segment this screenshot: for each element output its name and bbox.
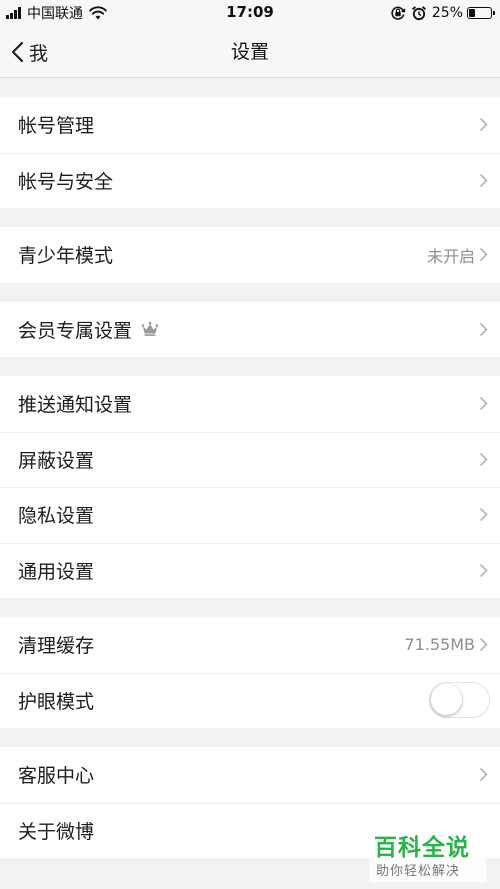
settings-row-block-settings[interactable]: 屏蔽设置 — [0, 431, 500, 488]
row-label: 清理缓存 — [18, 635, 95, 658]
row-label: 青少年模式 — [18, 245, 114, 268]
chevron-right-icon — [479, 452, 488, 466]
alarm-icon — [411, 6, 426, 21]
settings-screen: 中国联通 17:09 25% 我 设置 帐号管理 帐号与安全 青少年模式 未开启… — [0, 0, 500, 889]
settings-group-vip: 会员专属设置 — [0, 301, 500, 358]
watermark-subtitle: 助你轻松解决 — [376, 864, 461, 879]
chevron-right-icon — [479, 397, 488, 411]
row-label: 帐号管理 — [18, 115, 95, 138]
battery-fill — [469, 9, 475, 17]
settings-row-general[interactable]: 通用设置 — [0, 542, 500, 599]
row-label: 通用设置 — [18, 560, 95, 583]
crown-icon — [141, 321, 159, 337]
status-left: 中国联通 — [6, 4, 107, 22]
chevron-right-icon — [479, 508, 488, 522]
orientation-lock-icon — [391, 6, 406, 20]
chevron-right-icon — [479, 638, 488, 652]
settings-row-privacy[interactable]: 隐私设置 — [0, 487, 500, 543]
eye-protection-toggle[interactable] — [429, 682, 490, 719]
signal-icon — [6, 7, 22, 19]
settings-row-account-management[interactable]: 帐号管理 — [0, 97, 500, 153]
row-label: 推送通知设置 — [18, 394, 133, 417]
settings-row-teen-mode[interactable]: 青少年模式 未开启 — [0, 227, 500, 283]
status-bar: 中国联通 17:09 25% — [0, 0, 500, 26]
row-label: 会员专属设置 — [18, 319, 133, 342]
settings-row-vip-settings[interactable]: 会员专属设置 — [0, 302, 500, 358]
back-button[interactable]: 我 — [10, 26, 48, 78]
settings-group-storage: 清理缓存 71.55MB 护眼模式 — [0, 617, 500, 728]
navigation-bar: 我 设置 — [0, 26, 500, 78]
page-title: 设置 — [230, 41, 269, 63]
teen-mode-status: 未开启 — [426, 246, 475, 266]
battery-icon — [467, 7, 495, 19]
back-label: 我 — [29, 42, 49, 65]
chevron-right-icon — [479, 118, 488, 132]
settings-row-push-notifications[interactable]: 推送通知设置 — [0, 376, 500, 432]
settings-group-teen: 青少年模式 未开启 — [0, 227, 500, 283]
row-label: 护眼模式 — [18, 690, 95, 713]
row-label: 关于微博 — [18, 820, 95, 843]
settings-group-general: 推送通知设置 屏蔽设置 隐私设置 通用设置 — [0, 376, 500, 598]
cache-size: 71.55MB — [404, 635, 475, 655]
settings-row-clear-cache[interactable]: 清理缓存 71.55MB — [0, 617, 500, 673]
row-label: 隐私设置 — [18, 505, 95, 528]
row-label: 屏蔽设置 — [18, 449, 95, 472]
settings-row-account-security[interactable]: 帐号与安全 — [0, 152, 500, 209]
status-right: 25% — [390, 4, 495, 22]
settings-list: 帐号管理 帐号与安全 青少年模式 未开启 会员专属设置 推送通知设置 屏蔽设置 … — [0, 78, 500, 858]
chevron-left-icon — [11, 41, 24, 63]
settings-row-eye-protection: 护眼模式 — [0, 672, 500, 729]
chevron-right-icon — [479, 768, 488, 782]
chevron-right-icon — [479, 248, 488, 262]
carrier-name: 中国联通 — [27, 6, 83, 22]
watermark: 百科全说 助你轻松解决 — [370, 826, 486, 882]
settings-row-customer-service[interactable]: 客服中心 — [0, 747, 500, 803]
row-label: 客服中心 — [18, 765, 95, 788]
chevron-right-icon — [479, 173, 488, 187]
watermark-title: 百科全说 — [374, 835, 470, 861]
chevron-right-icon — [479, 322, 488, 336]
battery-percent: 25% — [431, 5, 463, 21]
wifi-icon — [89, 6, 107, 20]
toggle-knob — [431, 684, 462, 716]
chevron-right-icon — [479, 563, 488, 577]
row-label: 帐号与安全 — [18, 170, 114, 193]
settings-group-account: 帐号管理 帐号与安全 — [0, 97, 500, 208]
